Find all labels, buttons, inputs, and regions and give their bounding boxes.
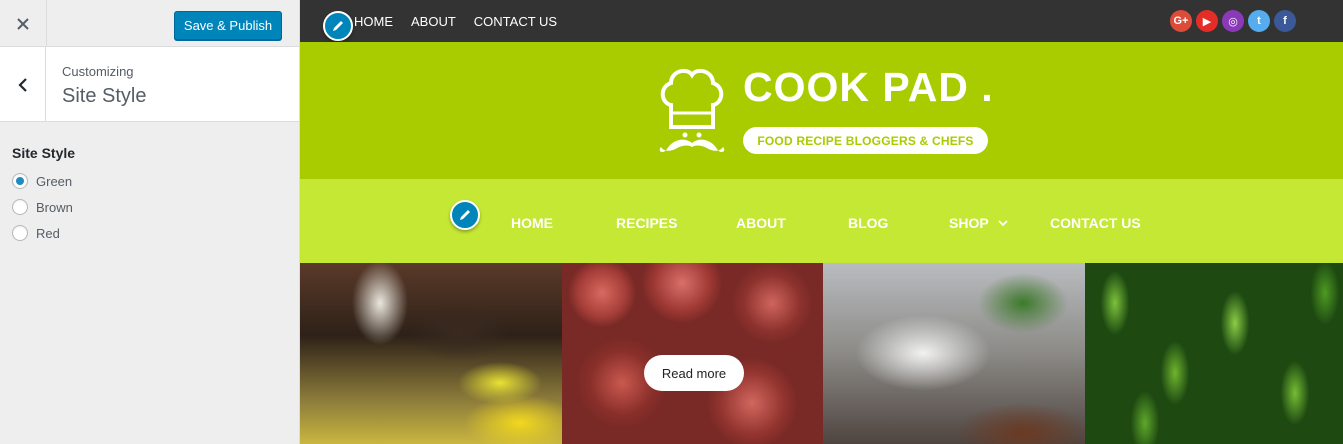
control-title: Site Style bbox=[12, 145, 76, 161]
section-header: Customizing Site Style bbox=[0, 47, 299, 122]
social-links: G+ ▶ ◎ t f bbox=[1170, 10, 1296, 32]
main-nav-recipes[interactable]: RECIPES bbox=[616, 215, 677, 231]
top-nav: HOME ABOUT CONTACT US bbox=[354, 14, 557, 29]
chef-logo-icon bbox=[659, 68, 725, 153]
gallery-image-lychees[interactable] bbox=[562, 263, 823, 444]
customizer-header: Save & Publish bbox=[0, 0, 299, 47]
gallery-image-chef-cooking[interactable] bbox=[823, 263, 1085, 444]
read-more-button[interactable]: Read more bbox=[644, 355, 744, 391]
top-bar: HOME ABOUT CONTACT US G+ ▶ ◎ t f bbox=[300, 0, 1343, 42]
chevron-left-icon bbox=[17, 77, 27, 92]
main-nav: HOME RECIPES ABOUT BLOG SHOP CONTACT US bbox=[300, 179, 1343, 263]
radio-button[interactable] bbox=[12, 173, 28, 189]
close-customizer-button[interactable] bbox=[0, 0, 47, 47]
close-icon bbox=[17, 17, 29, 30]
featured-gallery bbox=[300, 263, 1343, 444]
main-nav-home[interactable]: HOME bbox=[511, 215, 553, 231]
pencil-icon bbox=[460, 210, 470, 220]
section-parent-label: Customizing bbox=[62, 64, 134, 79]
radio-button[interactable] bbox=[12, 225, 28, 241]
gallery-image-peppers[interactable] bbox=[1085, 263, 1343, 444]
pencil-icon bbox=[333, 21, 343, 31]
top-nav-contact[interactable]: CONTACT US bbox=[474, 14, 557, 29]
site-title[interactable]: COOK PAD . bbox=[743, 64, 994, 111]
top-nav-about[interactable]: ABOUT bbox=[411, 14, 456, 29]
edit-top-menu-button[interactable] bbox=[323, 11, 353, 41]
chevron-down-icon[interactable] bbox=[998, 220, 1008, 227]
instagram-icon[interactable]: ◎ bbox=[1222, 10, 1244, 32]
radio-label: Brown bbox=[36, 199, 73, 215]
site-branding: COOK PAD . FOOD RECIPE BLOGGERS & CHEFS bbox=[300, 42, 1343, 179]
radio-label: Green bbox=[36, 173, 73, 189]
main-nav-contact[interactable]: CONTACT US bbox=[1050, 215, 1141, 231]
edit-main-menu-button[interactable] bbox=[450, 200, 480, 230]
site-tagline: FOOD RECIPE BLOGGERS & CHEFS bbox=[743, 127, 988, 154]
main-nav-shop[interactable]: SHOP bbox=[949, 215, 989, 231]
top-nav-home[interactable]: HOME bbox=[354, 14, 393, 29]
radio-label: Red bbox=[36, 225, 60, 241]
twitter-icon[interactable]: t bbox=[1248, 10, 1270, 32]
radio-button[interactable] bbox=[12, 199, 28, 215]
site-style-control: Site Style Green Brown Red bbox=[12, 145, 75, 249]
main-nav-blog[interactable]: BLOG bbox=[848, 215, 888, 231]
facebook-icon[interactable]: f bbox=[1274, 10, 1296, 32]
customizer-sidebar: Save & Publish Customizing Site Style Si… bbox=[0, 0, 300, 444]
google-plus-icon[interactable]: G+ bbox=[1170, 10, 1192, 32]
site-preview: HOME ABOUT CONTACT US G+ ▶ ◎ t f COOK PA… bbox=[300, 0, 1343, 444]
radio-option-red[interactable]: Red bbox=[12, 217, 75, 249]
section-title: Site Style bbox=[62, 85, 147, 107]
back-button[interactable] bbox=[0, 47, 46, 122]
gallery-image-bananas[interactable] bbox=[300, 263, 562, 444]
main-nav-about[interactable]: ABOUT bbox=[736, 215, 786, 231]
save-publish-button[interactable]: Save & Publish bbox=[174, 11, 282, 40]
youtube-icon[interactable]: ▶ bbox=[1196, 10, 1218, 32]
